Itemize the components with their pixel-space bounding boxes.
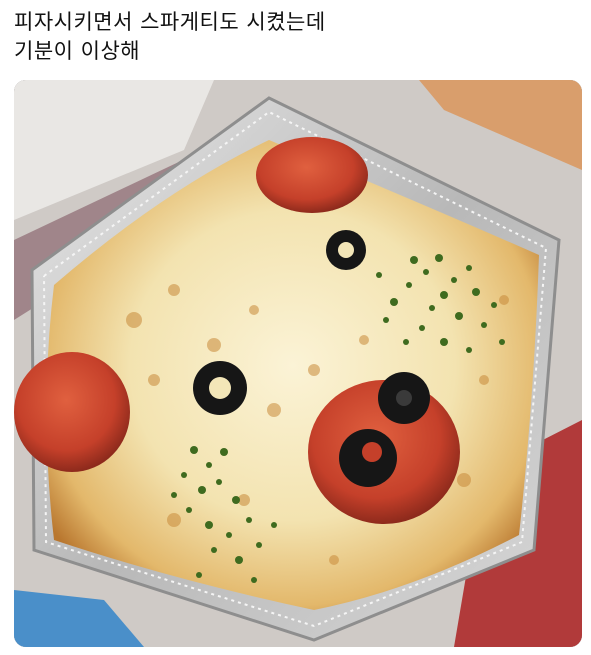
tweet-photo[interactable] (14, 80, 582, 647)
olive-right-upper (378, 372, 430, 424)
food-photo-illustration (14, 80, 582, 647)
olive-top (326, 230, 366, 270)
olive-right-lower (339, 429, 397, 487)
caption-line-2: 기분이 이상해 (14, 39, 141, 63)
olive-middle (193, 361, 247, 415)
caption-line-1: 피자시키면서 스파게티도 시켰는데 (14, 10, 326, 34)
tweet-caption: 피자시키면서 스파게티도 시켰는데 기분이 이상해 (14, 8, 574, 66)
pepperoni-left (14, 352, 130, 472)
pepperoni-top (256, 137, 368, 213)
